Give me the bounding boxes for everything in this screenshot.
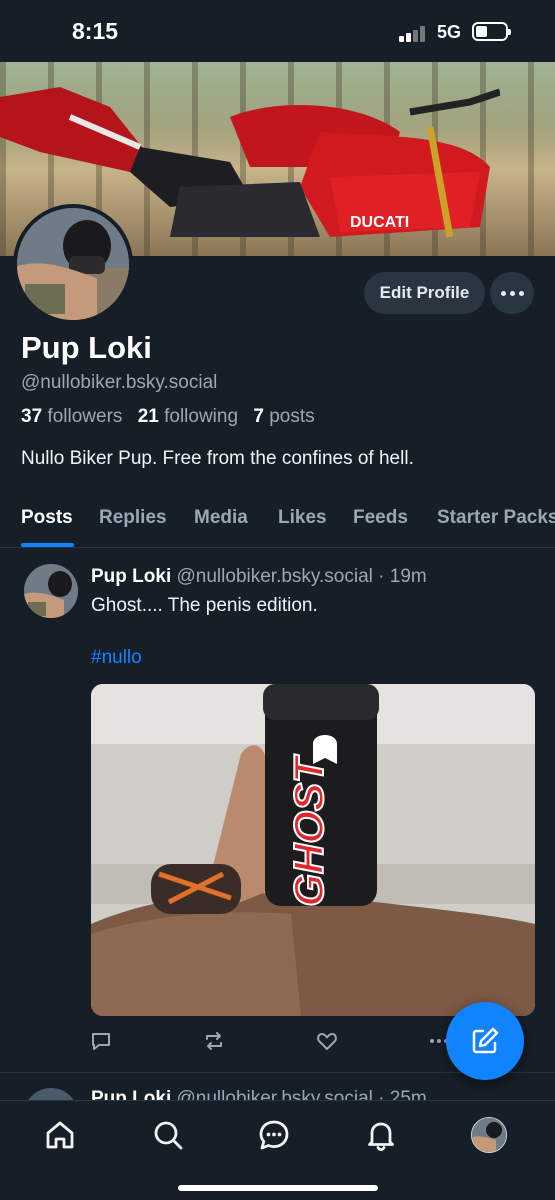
compose-icon [472, 1027, 499, 1054]
posts-stat: 7 posts [253, 406, 314, 427]
status-bar: 8:15 5G [0, 0, 555, 62]
battery-icon [472, 22, 511, 41]
post-author-name[interactable]: Pup Loki [91, 566, 171, 587]
tab-feeds[interactable]: Feeds [353, 507, 408, 529]
home-indicator [178, 1185, 378, 1191]
tab-starter-packs[interactable]: Starter Packs [437, 507, 555, 529]
tab-likes[interactable]: Likes [278, 507, 327, 529]
edit-profile-button[interactable]: Edit Profile [364, 272, 485, 314]
tab-replies[interactable]: Replies [99, 507, 167, 529]
active-tab-indicator [21, 543, 74, 547]
profile-bio: Nullo Biker Pup. Free from the confines … [21, 448, 414, 469]
reply-icon[interactable] [90, 1030, 112, 1052]
home-icon[interactable] [43, 1118, 77, 1152]
more-options-button[interactable] [490, 272, 534, 314]
signal-icon [399, 25, 429, 42]
heart-icon[interactable] [316, 1030, 338, 1052]
posts-count: 7 [253, 406, 264, 427]
compose-button[interactable] [446, 1002, 524, 1080]
posts-label: posts [269, 406, 315, 427]
post-header: Pup Loki @nullobiker.bsky.social · 19m [91, 566, 427, 588]
status-time: 8:15 [72, 18, 119, 44]
bottom-navigation [0, 1100, 555, 1200]
tab-media[interactable]: Media [194, 507, 248, 529]
post-author-handle[interactable]: @nullobiker.bsky.social [177, 566, 373, 587]
following-label: following [164, 406, 239, 427]
profile-handle: @nullobiker.bsky.social [21, 372, 218, 393]
profile-avatar-nav[interactable] [471, 1117, 507, 1153]
search-icon[interactable] [151, 1118, 185, 1152]
profile-avatar[interactable] [13, 204, 133, 324]
bell-icon[interactable] [364, 1118, 398, 1152]
followers-label: followers [47, 406, 123, 427]
chat-icon[interactable] [257, 1118, 291, 1152]
tab-posts[interactable]: Posts [21, 507, 73, 529]
display-name: Pup Loki [21, 330, 152, 365]
ghost-brand-text: GHOST [285, 754, 332, 907]
profile-stats: 37 followers 21 following 7 posts [21, 406, 315, 428]
followers-link[interactable]: 37 followers [21, 406, 122, 427]
repost-icon[interactable] [203, 1030, 225, 1052]
following-count: 21 [137, 406, 159, 427]
svg-text:DUCATI: DUCATI [350, 214, 409, 231]
profile-tabs: Posts Replies Media Likes Feeds Starter … [0, 500, 555, 548]
post-time: · 19m [378, 566, 427, 587]
post-hashtag[interactable]: #nullo [91, 647, 142, 669]
post-text: Ghost.... The penis edition. [91, 595, 318, 616]
post-author-avatar[interactable] [24, 564, 78, 618]
network-label: 5G [437, 22, 462, 42]
following-link[interactable]: 21 following [138, 406, 238, 427]
followers-count: 37 [21, 406, 43, 427]
avatar-image [17, 208, 129, 320]
post-image[interactable]: GHOST [91, 684, 535, 1016]
